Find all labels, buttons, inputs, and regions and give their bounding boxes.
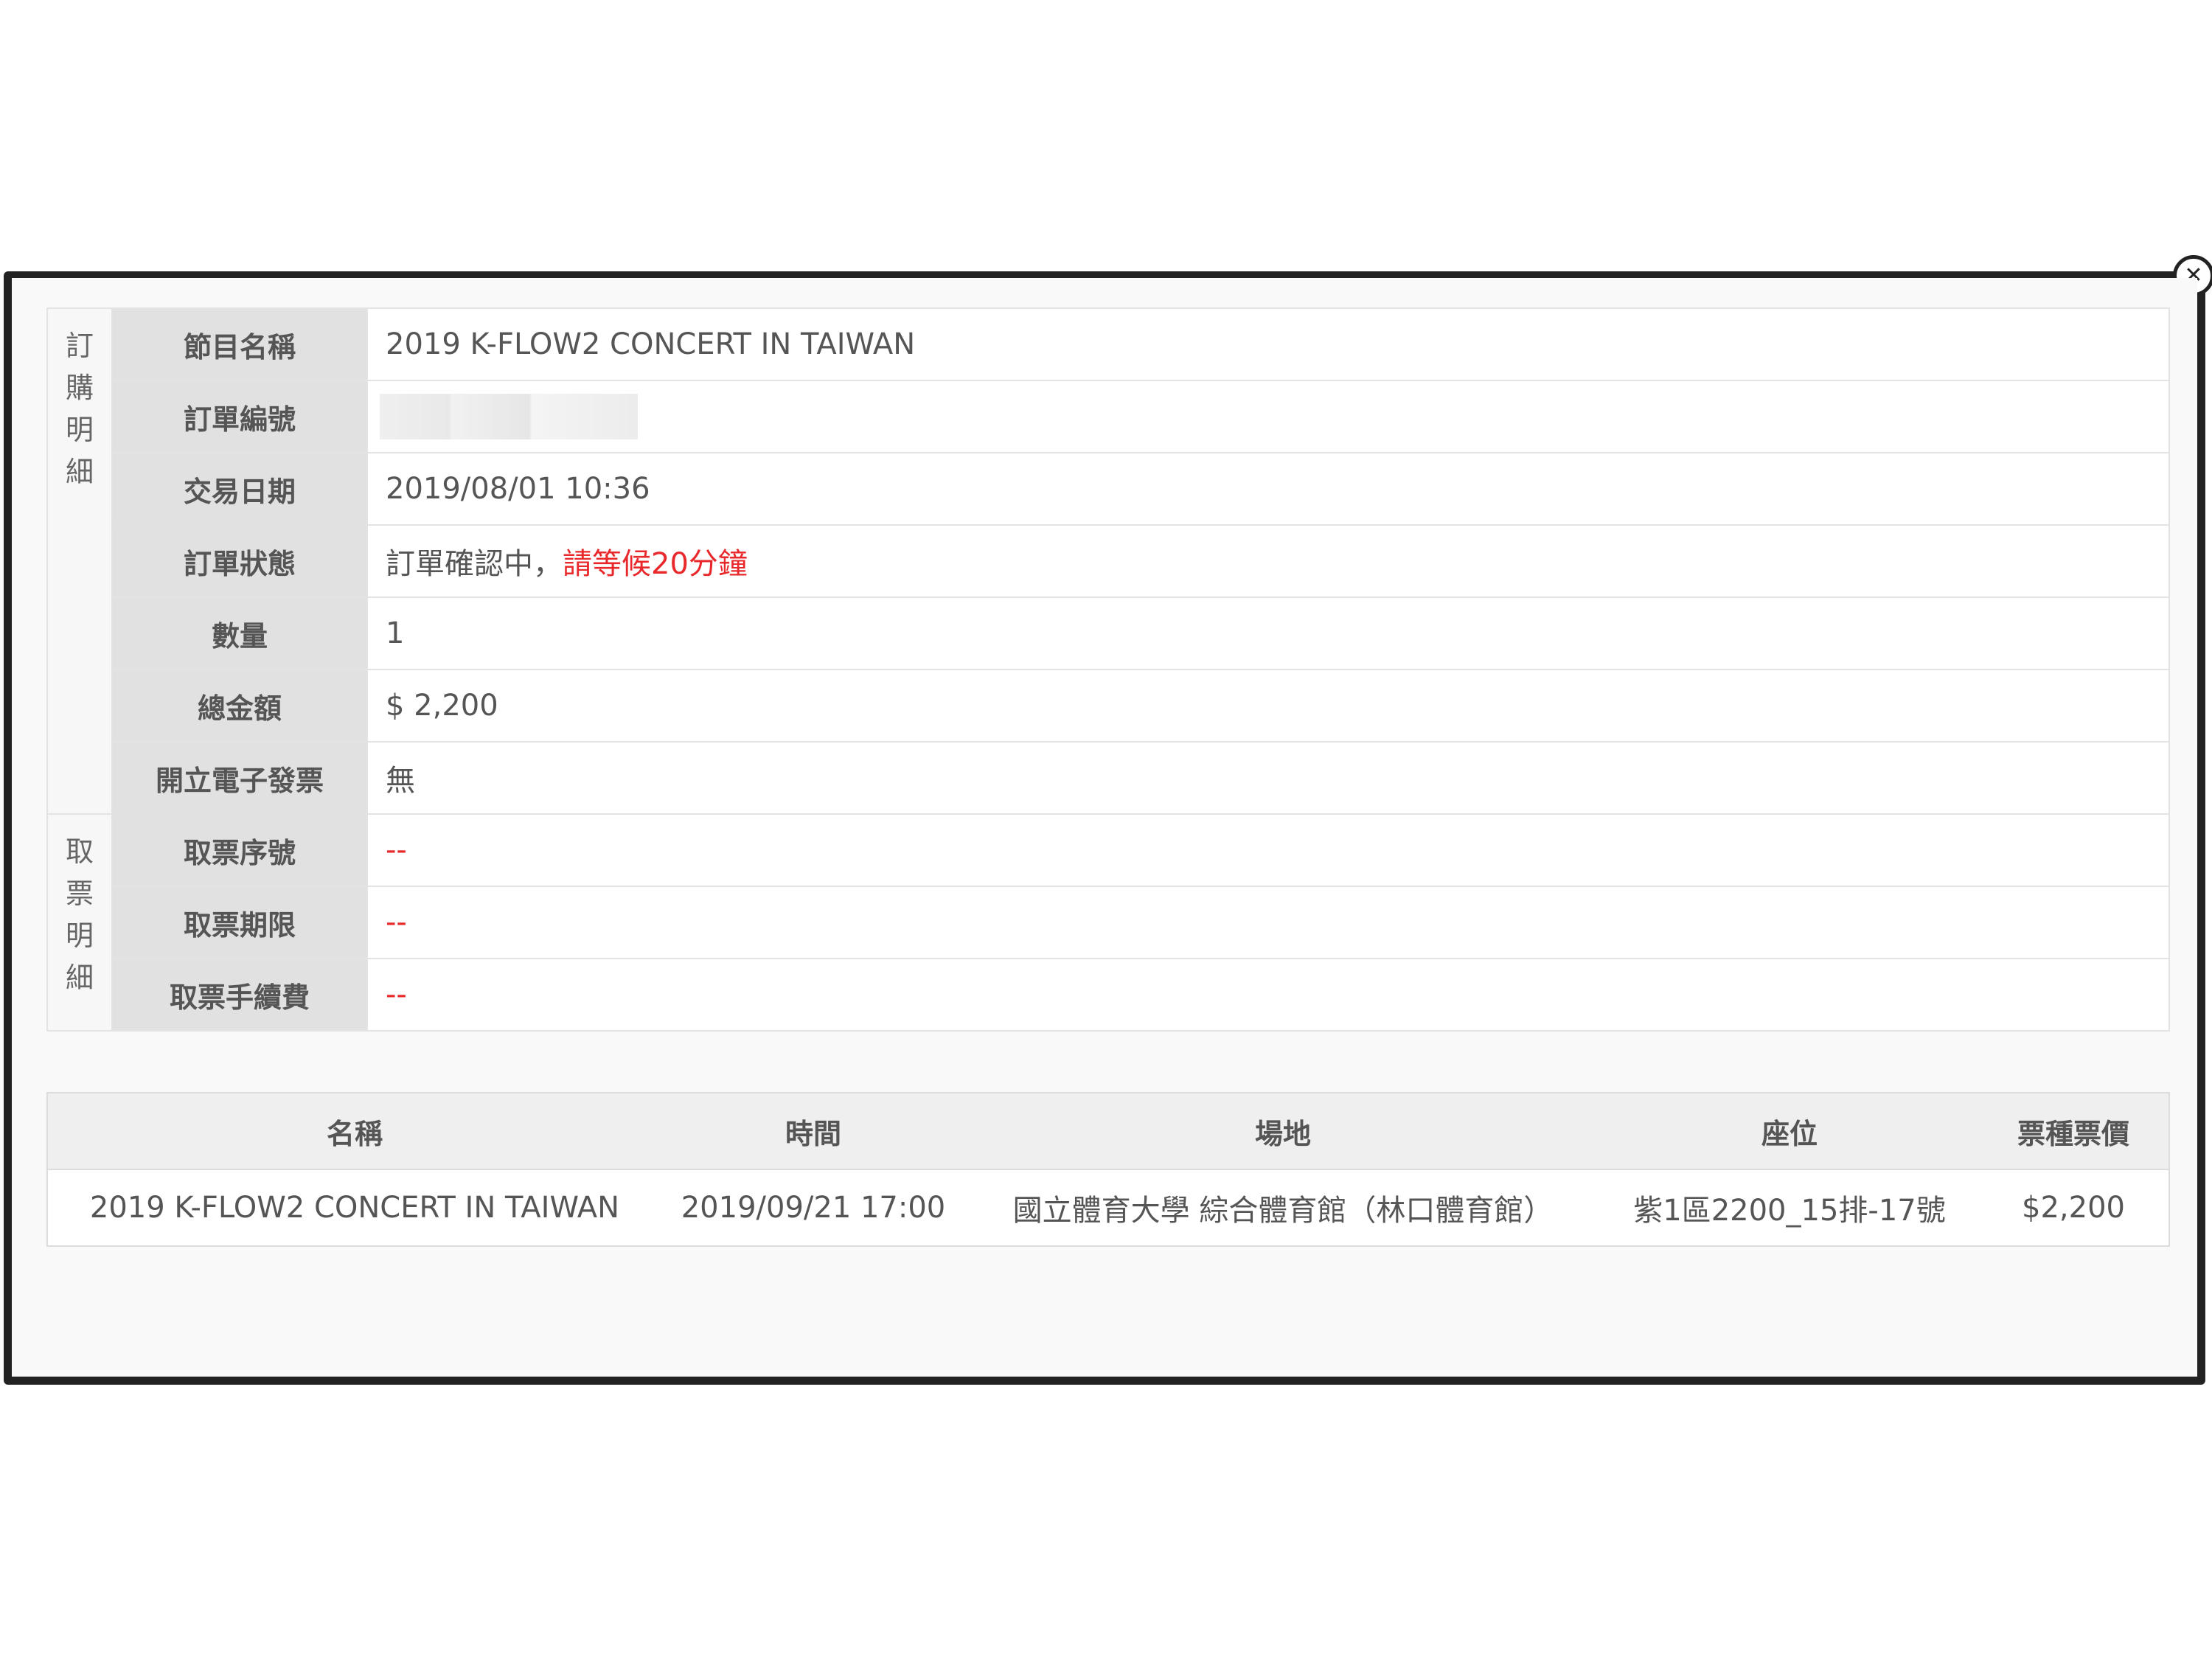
group-char: 訂 [65, 330, 94, 362]
qty-label: 數量 [111, 597, 368, 670]
order-detail-modal: ✕ 訂 購 明 細 節目名稱 2019 K-FLOW2 CONCERT IN T… [4, 255, 2212, 1385]
group-char: 票 [65, 877, 94, 910]
ticket-items-table: 名稱 時間 場地 座位 票種票價 2019 K-FLOW2 CONCERT IN… [46, 1092, 2170, 1247]
group-char: 明 [65, 919, 94, 952]
order-detail-table: 訂 購 明 細 節目名稱 2019 K-FLOW2 CONCERT IN TAI… [46, 307, 2170, 1032]
group-char: 細 [65, 961, 94, 994]
group-char: 細 [65, 456, 94, 488]
col-header-seat: 座位 [1601, 1093, 1978, 1170]
pickup-detail-group-label: 取 票 明 細 [46, 813, 113, 1032]
program-label: 節目名稱 [111, 307, 368, 381]
row-program: 訂 購 明 細 節目名稱 2019 K-FLOW2 CONCERT IN TAI… [46, 307, 2170, 815]
invoice-value: 無 [366, 741, 2170, 815]
modal-body: 訂 購 明 細 節目名稱 2019 K-FLOW2 CONCERT IN TAI… [12, 278, 2197, 1377]
item-price: $2,200 [2022, 1191, 2125, 1225]
status-value-cell: 訂單確認中，請等候20分鐘 [366, 524, 2170, 598]
col-header-venue: 場地 [965, 1093, 1601, 1170]
items-header-row: 名稱 時間 場地 座位 票種票價 [47, 1093, 2169, 1170]
row-total: 總金額 $ 2,200 [47, 669, 2170, 742]
row-status: 訂單狀態 訂單確認中，請等候20分鐘 [47, 524, 2170, 598]
qty-value: 1 [366, 597, 2170, 670]
row-pickup-serial: 取 票 明 細 取票序號 -- [46, 813, 2170, 1032]
order-detail-group-label: 訂 購 明 細 [46, 307, 113, 815]
program-value: 2019 K-FLOW2 CONCERT IN TAIWAN [366, 307, 2170, 381]
col-header-time: 時間 [661, 1093, 965, 1170]
order-no-label: 訂單編號 [111, 380, 368, 453]
pickup-deadline-value: -- [366, 886, 2170, 959]
total-label: 總金額 [111, 669, 368, 742]
col-header-price: 票種票價 [1978, 1093, 2169, 1170]
pickup-fee-value: -- [366, 958, 2170, 1032]
pickup-serial-label: 取票序號 [111, 813, 368, 887]
status-value: 訂單確認中， [386, 547, 563, 581]
col-header-name: 名稱 [47, 1093, 661, 1170]
row-order-no: 訂單編號 [47, 380, 2170, 453]
date-label: 交易日期 [111, 452, 368, 526]
pickup-fee-label: 取票手續費 [111, 958, 368, 1032]
status-wait-notice: 請等候20分鐘 [563, 547, 748, 581]
pickup-serial-value: -- [366, 813, 2170, 887]
masked-order-number [380, 394, 638, 439]
status-label: 訂單狀態 [111, 524, 368, 598]
row-quantity: 數量 1 [47, 597, 2170, 670]
pickup-deadline-label: 取票期限 [111, 886, 368, 959]
invoice-label: 開立電子發票 [111, 741, 368, 815]
total-value: $ 2,200 [366, 669, 2170, 742]
table-row: 2019 K-FLOW2 CONCERT IN TAIWAN 2019/09/2… [47, 1169, 2169, 1246]
item-name: 2019 K-FLOW2 CONCERT IN TAIWAN [89, 1191, 620, 1225]
item-time: 2019/09/21 17:00 [681, 1191, 946, 1225]
group-char: 購 [65, 372, 94, 404]
order-no-value [366, 380, 2170, 453]
row-pickup-deadline: 取票期限 -- [47, 886, 2170, 959]
group-char: 取 [65, 835, 94, 868]
item-venue: 國立體育大學 綜合體育館（林口體育館） [1012, 1194, 1554, 1228]
row-date: 交易日期 2019/08/01 10:36 [47, 452, 2170, 526]
row-invoice: 開立電子發票 無 [47, 741, 2170, 815]
date-value: 2019/08/01 10:36 [366, 452, 2170, 526]
group-char: 明 [65, 414, 94, 446]
row-pickup-fee: 取票手續費 -- [47, 958, 2170, 1032]
item-seat: 紫1區2200_15排-17號 [1633, 1194, 1946, 1228]
